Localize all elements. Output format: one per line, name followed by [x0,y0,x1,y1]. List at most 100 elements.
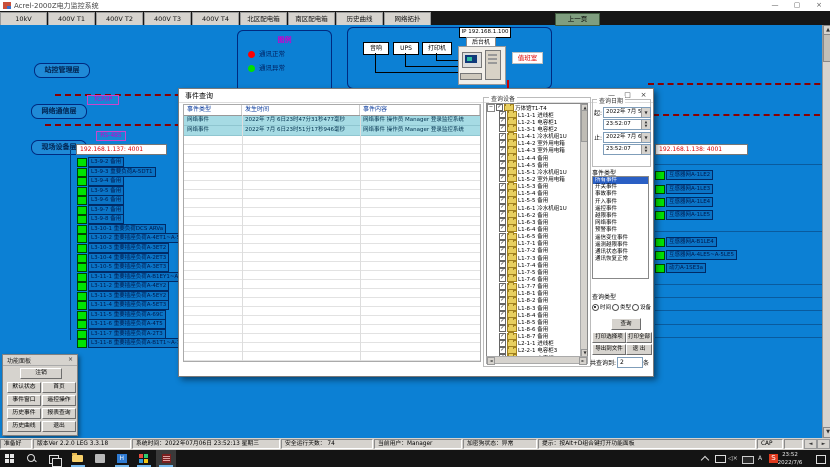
checkbox-icon[interactable]: ✓ [499,283,506,290]
ime-indicator[interactable]: A [754,450,766,467]
file-explorer-button[interactable] [68,450,88,467]
checkbox-icon[interactable]: ✓ [499,254,506,261]
exit-button[interactable]: 退 出 [626,344,652,355]
checkbox-icon[interactable]: ✓ [499,118,506,125]
func-button-7[interactable]: 退出 [42,421,76,432]
window-minimize-button[interactable]: — [764,0,786,11]
func-button-6[interactable]: 历史曲线 [7,421,41,432]
start-date-combo[interactable]: 2022年 7月 5日▼ [603,107,651,118]
checkbox-icon[interactable]: ✓ [499,297,506,304]
table-header-2[interactable]: 事件内容 [360,105,480,115]
window-maximize-button[interactable]: ▢ [786,0,808,11]
notification-center-icon[interactable] [816,455,826,464]
print-selected-button[interactable]: 打印选择项 [592,332,626,343]
tab-5[interactable]: 北区配电箱 [240,12,287,25]
func-button-4[interactable]: 历史事件 [7,408,41,419]
print-all-button[interactable]: 打印全部 [626,332,652,343]
checkbox-icon[interactable]: ✓ [496,104,503,111]
main-vertical-scrollbar[interactable]: ▲ ▼ [822,25,830,438]
func-button-5[interactable]: 报表查询 [42,408,76,419]
sort-radio-2[interactable]: 设备 [632,303,651,311]
tree-vertical-scrollbar[interactable]: ▲ ▼ [580,104,587,357]
tab-3[interactable]: 400V T3 [144,12,191,25]
checkbox-icon[interactable]: ✓ [499,347,506,354]
end-date-combo[interactable]: 2022年 7月 6日▼ [603,132,651,143]
function-panel-titlebar[interactable]: 功能面板 × [3,355,77,366]
event-type-list[interactable]: 所有事件开关事件事故事件开入事件遥控事件越限事件网络事件预警事件遥信变位事件遥测… [592,176,649,279]
tab-2[interactable]: 400V T2 [96,12,143,25]
scroll-down-icon[interactable]: ▼ [823,427,830,438]
table-header-0[interactable]: 事件类型 [184,105,242,115]
tree-scroll-thumb[interactable] [581,110,588,142]
tree-expand-icon[interactable]: − [487,104,495,112]
device-tree[interactable]: −✓万体馆T1-T4✓L1-1-1 进线柜✓L1-2-1 电容柜1✓L1-3-1… [486,103,588,358]
logout-button[interactable]: 注销 [20,368,62,379]
event-type-item[interactable]: 通讯状态事件 [593,249,648,256]
window-close-button[interactable]: × [808,0,830,11]
checkbox-icon[interactable]: ✓ [499,140,506,147]
start-button[interactable] [0,450,20,467]
app-button-blue[interactable] [112,450,132,467]
tab-6[interactable]: 南区配电箱 [288,12,335,25]
checkbox-icon[interactable]: ✓ [499,183,506,190]
tree-scroll-left-icon[interactable]: ◄ [487,357,495,365]
func-button-2[interactable]: 事件窗口 [7,395,41,406]
start-time-spinner[interactable]: 23:52:07▲▼ [603,119,651,130]
event-type-item[interactable]: 遥控事件 [593,206,648,213]
checkbox-icon[interactable]: ✓ [499,197,506,204]
checkbox-icon[interactable]: ✓ [499,275,506,282]
tray-display-button[interactable] [712,450,726,467]
checkbox-icon[interactable]: ✓ [499,261,506,268]
checkbox-icon[interactable]: ✓ [499,304,506,311]
tray-keyboard-button[interactable] [740,450,754,467]
checkbox-icon[interactable]: ✓ [499,204,506,211]
checkbox-icon[interactable]: ✓ [499,268,506,275]
chevron-down-icon[interactable]: ▼ [641,108,650,117]
status-scroll-right-icon[interactable]: ► [817,439,830,449]
chevron-down-icon[interactable]: ▼ [641,133,650,142]
app-button-gray[interactable] [90,450,110,467]
table-row[interactable]: 网络事件2022年 7月 6日23时47分31秒477毫秒网络事件 操作员 Ma… [184,116,480,126]
event-type-item[interactable]: 事故事件 [593,191,648,198]
sort-radio-0[interactable]: 时间 [592,303,611,311]
taskbar-clock[interactable]: 23:52 2022/7/6 [772,451,808,467]
checkbox-icon[interactable]: ✓ [499,318,506,325]
event-type-item[interactable]: 预警事件 [593,227,648,234]
sort-radio-1[interactable]: 类型 [612,303,631,311]
tray-volume-button[interactable]: ◁× [726,450,740,467]
tree-scroll-right-icon[interactable]: ► [579,357,587,365]
event-type-item[interactable]: 开入事件 [593,199,648,206]
status-scroll-left-icon[interactable]: ◄ [804,439,817,449]
app-button-office[interactable] [134,450,154,467]
task-view-button[interactable] [44,450,64,467]
table-header-1[interactable]: 发生时间 [242,105,360,115]
active-app-button[interactable] [156,450,176,467]
checkbox-icon[interactable]: ✓ [499,218,506,225]
checkbox-icon[interactable]: ✓ [499,240,506,247]
tab-0[interactable]: 10kV [0,12,47,25]
spinner-arrows-icon[interactable]: ▲▼ [641,145,650,154]
checkbox-icon[interactable]: ✓ [499,168,506,175]
checkbox-icon[interactable]: ✓ [499,225,506,232]
close-icon[interactable]: × [66,356,75,364]
spinner-arrows-icon[interactable]: ▲▼ [641,120,650,129]
checkbox-icon[interactable]: ✓ [499,211,506,218]
checkbox-icon[interactable]: ✓ [499,154,506,161]
checkbox-icon[interactable]: ✓ [499,161,506,168]
checkbox-icon[interactable]: ✓ [499,333,506,340]
checkbox-icon[interactable]: ✓ [499,133,506,140]
event-type-item[interactable]: 遥信变位事件 [593,235,648,242]
checkbox-icon[interactable]: ✓ [499,311,506,318]
checkbox-icon[interactable]: ✓ [499,325,506,332]
search-button[interactable] [22,450,42,467]
checkbox-icon[interactable]: ✓ [499,175,506,182]
func-button-1[interactable]: 首页 [42,382,76,393]
event-type-item[interactable]: 遥测越限事件 [593,242,648,249]
previous-page-button[interactable]: 上一页 [555,13,600,26]
query-button[interactable]: 查询 [611,318,641,330]
checkbox-icon[interactable]: ✓ [499,340,506,347]
func-button-3[interactable]: 遥控操作 [42,395,76,406]
table-row[interactable]: 网络事件2022年 7月 6日23时51分17秒946毫秒网络事件 操作员 Ma… [184,126,480,136]
tab-1[interactable]: 400V T1 [48,12,95,25]
event-type-item[interactable]: 通讯恢复正常 [593,256,648,263]
